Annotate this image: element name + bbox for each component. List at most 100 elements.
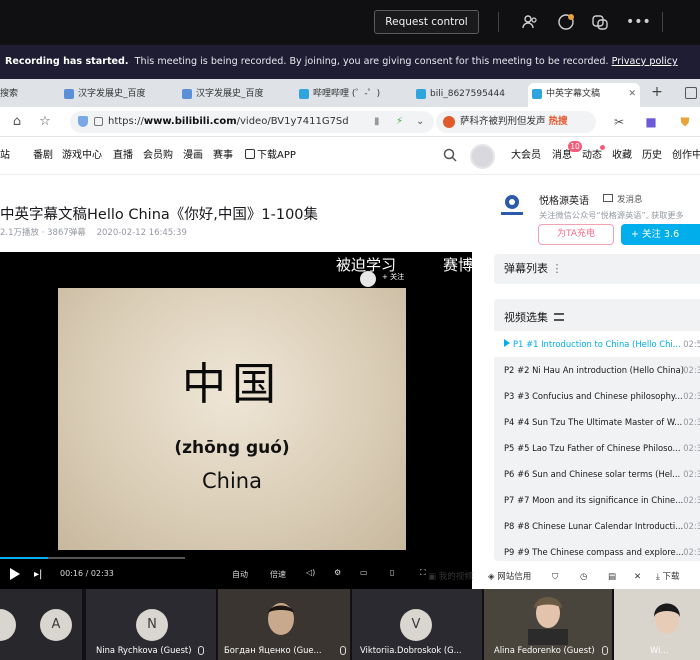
new-tab-icon[interactable]: + [649, 83, 665, 101]
reactions-icon[interactable] [590, 12, 610, 32]
participant-tile[interactable]: V Viktoriia.Dobroskok (G... [352, 589, 482, 660]
nav-game-center[interactable]: 游戏中心 [62, 137, 102, 175]
playlist-item-duration: 02:3 [683, 521, 700, 531]
shield-icon [78, 116, 88, 127]
browser-tab-bar: 搜索 汉字发展史_百度 汉字发展史_百度 哔哩哔哩 (゜-゜) bili_862… [0, 79, 700, 107]
playlist-item[interactable]: P8 #8 Chinese Lunar Calendar Introducti.… [494, 513, 700, 539]
recording-banner: Recording has started. This meeting is b… [0, 45, 700, 79]
uploader-description: 关注微信公众号“悦格源英语”, 获取更多 [539, 210, 684, 220]
bookmark-star-icon[interactable]: ☆ [36, 113, 54, 131]
playlist-item-part: P6 [504, 469, 515, 479]
download-link[interactable]: ⤓ 下载 [656, 566, 679, 589]
browser-tab[interactable]: 汉字发展史_百度 [60, 83, 160, 107]
dropdown-chevron-icon[interactable]: ⌄ [416, 111, 424, 133]
play-icon[interactable] [10, 568, 20, 580]
settings-icon[interactable]: ⚙ [334, 568, 341, 577]
volume-icon[interactable]: ◁) [306, 568, 315, 577]
close-icon[interactable]: ✕ [634, 566, 641, 589]
chinese-character: 中国 [182, 359, 282, 410]
uploader-avatar[interactable] [497, 190, 527, 220]
lightning-icon[interactable]: ⚡ [396, 111, 403, 133]
video-player[interactable]: 被迫学习 赛博 + 关注 中国 (zhōng guó) China ▸| 00:… [0, 252, 472, 589]
top-divider [498, 12, 499, 32]
more-vertical-icon[interactable]: ⋮ [552, 262, 563, 275]
nav-member-shop[interactable]: 会员购 [143, 137, 173, 175]
participants-icon[interactable] [520, 12, 540, 32]
playlist-item-duration: 02:3 [683, 495, 700, 505]
playlist-item[interactable]: P4 #4 Sun Tzu The Ultimate Master of W..… [494, 409, 700, 435]
progress-bar[interactable] [0, 557, 185, 559]
uploader-name[interactable]: 悦格源英语 [539, 192, 589, 207]
participant-tile[interactable]: N Nina Rychkova (Guest) [86, 589, 216, 660]
search-icon[interactable] [443, 148, 457, 162]
participant-tile[interactable]: A [0, 589, 82, 660]
nav-manga[interactable]: 漫画 [183, 137, 203, 175]
browser-tab[interactable]: bili_8627595444 [412, 83, 512, 107]
privacy-policy-link[interactable]: Privacy policy [612, 56, 678, 67]
playlist-item-part: P1 [513, 339, 524, 349]
folder-icon[interactable]: ▤ [608, 566, 616, 589]
scissors-icon[interactable]: ✂ [610, 113, 628, 131]
browser-tab[interactable]: 搜索 [0, 83, 52, 107]
participant-tile[interactable]: Alina Fedorenko (Guest) [484, 589, 612, 660]
playlist-item[interactable]: P3 #3 Confucius and Chinese philosophy..… [494, 383, 700, 409]
playlist-title: 视频选集 [504, 311, 548, 324]
danmaku-list-bar[interactable]: 弹幕列表 ⋮ [494, 254, 700, 284]
extension-icon[interactable]: ■ [642, 113, 660, 131]
browser-tab-active[interactable]: 中英字幕文稿 ✕ [528, 83, 640, 107]
participant-tile[interactable]: Wi... [614, 589, 700, 660]
search-text: 萨科齐被判刑但发声 [460, 116, 546, 127]
nav-vip[interactable]: 大会员 [511, 137, 541, 175]
browser-tab[interactable]: 哔哩哔哩 (゜-゜) [295, 83, 395, 107]
shield-icon[interactable]: ⛉ [552, 566, 558, 589]
tab-label: 汉字发展史_百度 [78, 89, 146, 99]
playlist-item[interactable]: P9 #9 The Chinese compass and explore...… [494, 539, 700, 561]
widescreen-icon[interactable]: ▯ [390, 568, 394, 577]
playlist-item-part: P5 [504, 443, 515, 453]
playlist-item[interactable]: P5 #5 Lao Tzu Father of Chinese Philoso.… [494, 435, 700, 461]
nav-esports[interactable]: 赛事 [213, 137, 233, 175]
follow-button[interactable]: + 关注 3.6 [621, 224, 700, 245]
browser-address-row: ⌂ ☆ https://www.bilibili.com/video/BV1y7… [0, 107, 700, 137]
list-icon[interactable] [554, 313, 564, 321]
playlist-item-active[interactable]: P1 #1 Introduction to China (Hello Chi..… [494, 331, 700, 357]
home-icon[interactable]: ⌂ [8, 113, 26, 131]
nav-creator-center[interactable]: 创作中 [672, 137, 700, 175]
tab-close-icon[interactable]: ✕ [628, 83, 636, 105]
send-message-link[interactable]: 发消息 [603, 193, 643, 205]
tab-overview-icon[interactable] [685, 87, 697, 99]
download-app-link[interactable]: 下载APP [245, 137, 296, 175]
message-count-badge: 10 [568, 141, 582, 152]
request-control-button[interactable]: Request control [374, 10, 479, 34]
nav-dynamics[interactable]: 动态 [582, 137, 602, 175]
clock-icon[interactable]: ◷ [580, 566, 587, 589]
shield-extension-icon[interactable]: ⛊ [676, 113, 694, 131]
network-link[interactable]: ◈ 网站信用 [488, 566, 531, 589]
participant-gallery: A N Nina Rychkova (Guest) Богдан Яценко … [0, 589, 700, 660]
playlist-item[interactable]: P2 #2 Ni Hau An introduction (Hello Chin… [494, 357, 700, 383]
charge-button[interactable]: 为TA充电 [538, 224, 614, 245]
nav-main-site[interactable]: 站 [0, 137, 10, 175]
speed-button[interactable]: 倍速 [270, 569, 286, 580]
my-video-link[interactable]: ▣ 我的视频 [428, 566, 473, 589]
participant-tile[interactable]: Богдан Яценко (Gue... [218, 589, 350, 660]
playlist-item-duration: 02:3 [683, 547, 700, 557]
next-icon[interactable]: ▸| [34, 569, 42, 580]
nav-history[interactable]: 历史 [642, 137, 662, 175]
pip-icon[interactable]: ▭ [360, 568, 368, 577]
browser-search-box[interactable]: 萨科齐被判刑但发声 热搜 [436, 111, 596, 133]
playlist-item-title: #5 Lao Tzu Father of Chinese Philoso... [517, 443, 681, 453]
player-follow-button[interactable]: + 关注 [382, 272, 404, 282]
playlist-item[interactable]: P6 #6 Sun and Chinese solar terms (Hel..… [494, 461, 700, 487]
nav-anime[interactable]: 番剧 [33, 137, 53, 175]
playlist-item[interactable]: P7 #7 Moon and its significance in Chine… [494, 487, 700, 513]
user-avatar[interactable] [470, 144, 495, 169]
nav-live[interactable]: 直播 [113, 137, 133, 175]
more-options-icon[interactable]: ••• [626, 12, 651, 32]
participant-name: Nina Rychkova (Guest) [96, 645, 192, 655]
nav-favorites[interactable]: 收藏 [612, 137, 632, 175]
page-action-icon[interactable]: ▮ [374, 111, 380, 133]
chat-icon[interactable] [556, 12, 576, 32]
quality-button[interactable]: 自动 [232, 569, 248, 580]
browser-tab[interactable]: 汉字发展史_百度 [178, 83, 278, 107]
